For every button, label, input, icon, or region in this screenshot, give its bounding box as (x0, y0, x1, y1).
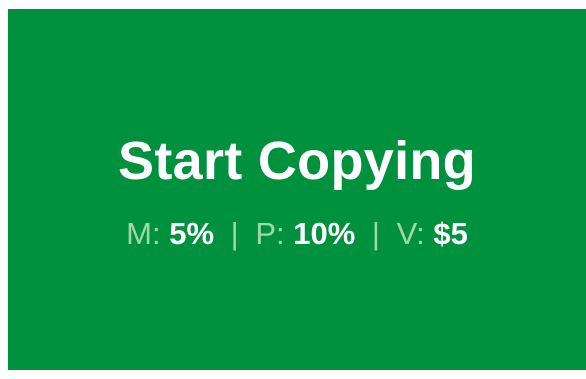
v-value: $5 (433, 216, 468, 251)
separator: | (230, 216, 239, 251)
button-title: Start Copying (118, 131, 476, 191)
start-copying-button[interactable]: Start Copying M: 5% | P: 10% | V: $5 (8, 9, 586, 370)
m-value: 5% (169, 216, 215, 251)
v-label: V: (396, 216, 434, 251)
p-label: P: (255, 216, 294, 251)
p-value: 10% (293, 216, 356, 251)
m-label: M: (126, 216, 170, 251)
copy-stats: M: 5% | P: 10% | V: $5 (126, 218, 468, 249)
separator: | (371, 216, 380, 251)
